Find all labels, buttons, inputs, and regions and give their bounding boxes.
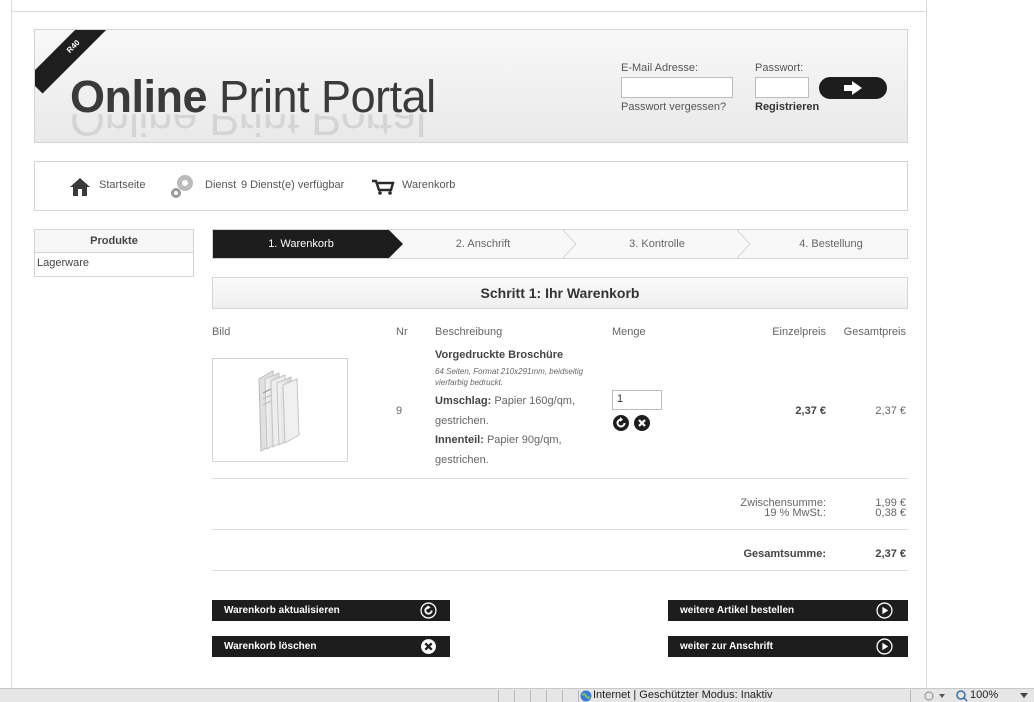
col-header-quantity: Menge (612, 326, 646, 338)
login-button[interactable] (819, 77, 887, 99)
nav-service-count: 9 Dienst(e) verfügbar (241, 179, 345, 191)
status-divider (530, 690, 531, 702)
step-separator (737, 230, 751, 258)
browser-status-bar: Internet | Geschützter Modus: Inaktiv 10… (0, 688, 1034, 702)
product-cover: Umschlag: Papier 160g/qm, (435, 395, 576, 407)
play-arrow-icon (876, 638, 893, 655)
divider (212, 529, 908, 530)
password-field[interactable] (755, 77, 809, 98)
gear-icon (171, 175, 193, 198)
row-unit-price: 2,37 € (795, 405, 826, 417)
refresh-icon[interactable] (613, 415, 629, 431)
status-divider (498, 690, 499, 702)
play-arrow-icon (876, 602, 893, 619)
section-title: Schritt 1: Ihr Warenkorb (212, 277, 908, 309)
col-header-image: Bild (212, 326, 231, 338)
zoom-icon[interactable] (956, 690, 968, 702)
product-cover-2: gestrichen. (435, 415, 489, 427)
product-inner-2: gestrichen. (435, 454, 489, 466)
row-nr: 9 (396, 405, 403, 417)
delete-cart-button[interactable]: Warenkorb löschen (212, 636, 450, 657)
product-title: Vorgedruckte Broschüre (435, 349, 564, 361)
privacy-icon[interactable] (924, 691, 946, 701)
order-more-label: weitere Artikel bestellen (680, 605, 795, 616)
security-zone[interactable]: Internet | Geschützter Modus: Inaktiv (593, 689, 773, 702)
nav-service[interactable]: Dienst (205, 179, 236, 191)
page-border-right (926, 0, 927, 690)
product-inner: Innenteil: Papier 90g/qm, (435, 434, 562, 446)
home-icon[interactable] (69, 177, 91, 197)
delete-icon[interactable] (634, 415, 650, 431)
status-divider (910, 690, 911, 702)
email-label: E-Mail Adresse: (621, 62, 699, 74)
total-value: 2,37 € (875, 548, 906, 560)
quantity-input[interactable]: 1 (612, 390, 662, 410)
register-link[interactable]: Registrieren (755, 101, 819, 113)
step-review: 3. Kontrolle (629, 238, 685, 250)
step-cart[interactable]: 1. Warenkorb (213, 230, 389, 258)
page-border-top (11, 11, 927, 12)
product-subtitle: 64 Seiten, Format 210x291mm, beidseitig … (435, 367, 584, 387)
close-icon (421, 639, 436, 654)
to-address-button[interactable]: weiter zur Anschrift (668, 636, 908, 657)
update-cart-label: Warenkorb aktualisieren (224, 605, 340, 616)
step-separator (563, 230, 577, 258)
checkout-steps: 1. Warenkorb 2. Anschrift 3. Kontrolle 4… (212, 229, 908, 259)
step-address: 2. Anschrift (455, 238, 511, 250)
update-cart-button[interactable]: Warenkorb aktualisieren (212, 600, 450, 621)
order-more-button[interactable]: weitere Artikel bestellen (668, 600, 908, 621)
status-divider (546, 690, 547, 702)
row-total-price: 2,37 € (875, 405, 906, 417)
divider (212, 478, 908, 479)
forgot-password-link[interactable]: Passwort vergessen? (621, 101, 726, 113)
sidebar-title: Produkte (35, 230, 193, 253)
logo-reflection: Online Print Portal (70, 114, 426, 143)
nav-home[interactable]: Startseite (99, 179, 145, 191)
product-image (212, 358, 348, 462)
password-label: Passwort: (755, 62, 804, 74)
email-field[interactable] (621, 77, 733, 98)
site-header: R40 Online Print Portal Online Print Por… (34, 29, 908, 143)
col-header-total-price: Gesamtpreis (843, 326, 906, 338)
arrow-right-icon (844, 81, 862, 95)
nav-cart[interactable]: Warenkorb (402, 179, 455, 191)
step-active-arrow (389, 230, 403, 258)
col-header-nr: Nr (396, 326, 408, 338)
to-address-label: weiter zur Anschrift (680, 641, 773, 652)
status-divider (562, 690, 563, 702)
sidebar-item-lagerware[interactable]: Lagerware (35, 253, 193, 273)
main-nav: Startseite Dienst 9 Dienst(e) verfügbar … (34, 161, 908, 211)
col-header-unit-price: Einzelpreis (772, 326, 826, 338)
col-header-description: Beschreibung (435, 326, 503, 338)
globe-icon (580, 690, 592, 702)
chevron-down-icon[interactable] (1020, 693, 1028, 699)
refresh-icon (420, 602, 437, 619)
vat-value: 0,38 € (875, 507, 906, 519)
brochure-icon (258, 370, 300, 452)
step-order: 4. Bestellung (799, 238, 863, 250)
divider (212, 570, 908, 571)
zoom-level[interactable]: 100% (970, 689, 998, 702)
delete-cart-label: Warenkorb löschen (224, 641, 317, 652)
sidebar: Produkte Lagerware (34, 229, 194, 277)
page-border-left (11, 0, 12, 690)
total-label: Gesamtsumme: (743, 548, 826, 560)
status-divider (514, 690, 515, 702)
status-divider (578, 690, 579, 702)
cart-icon[interactable] (371, 179, 395, 195)
vat-label: 19 % MwSt.: (764, 507, 826, 519)
